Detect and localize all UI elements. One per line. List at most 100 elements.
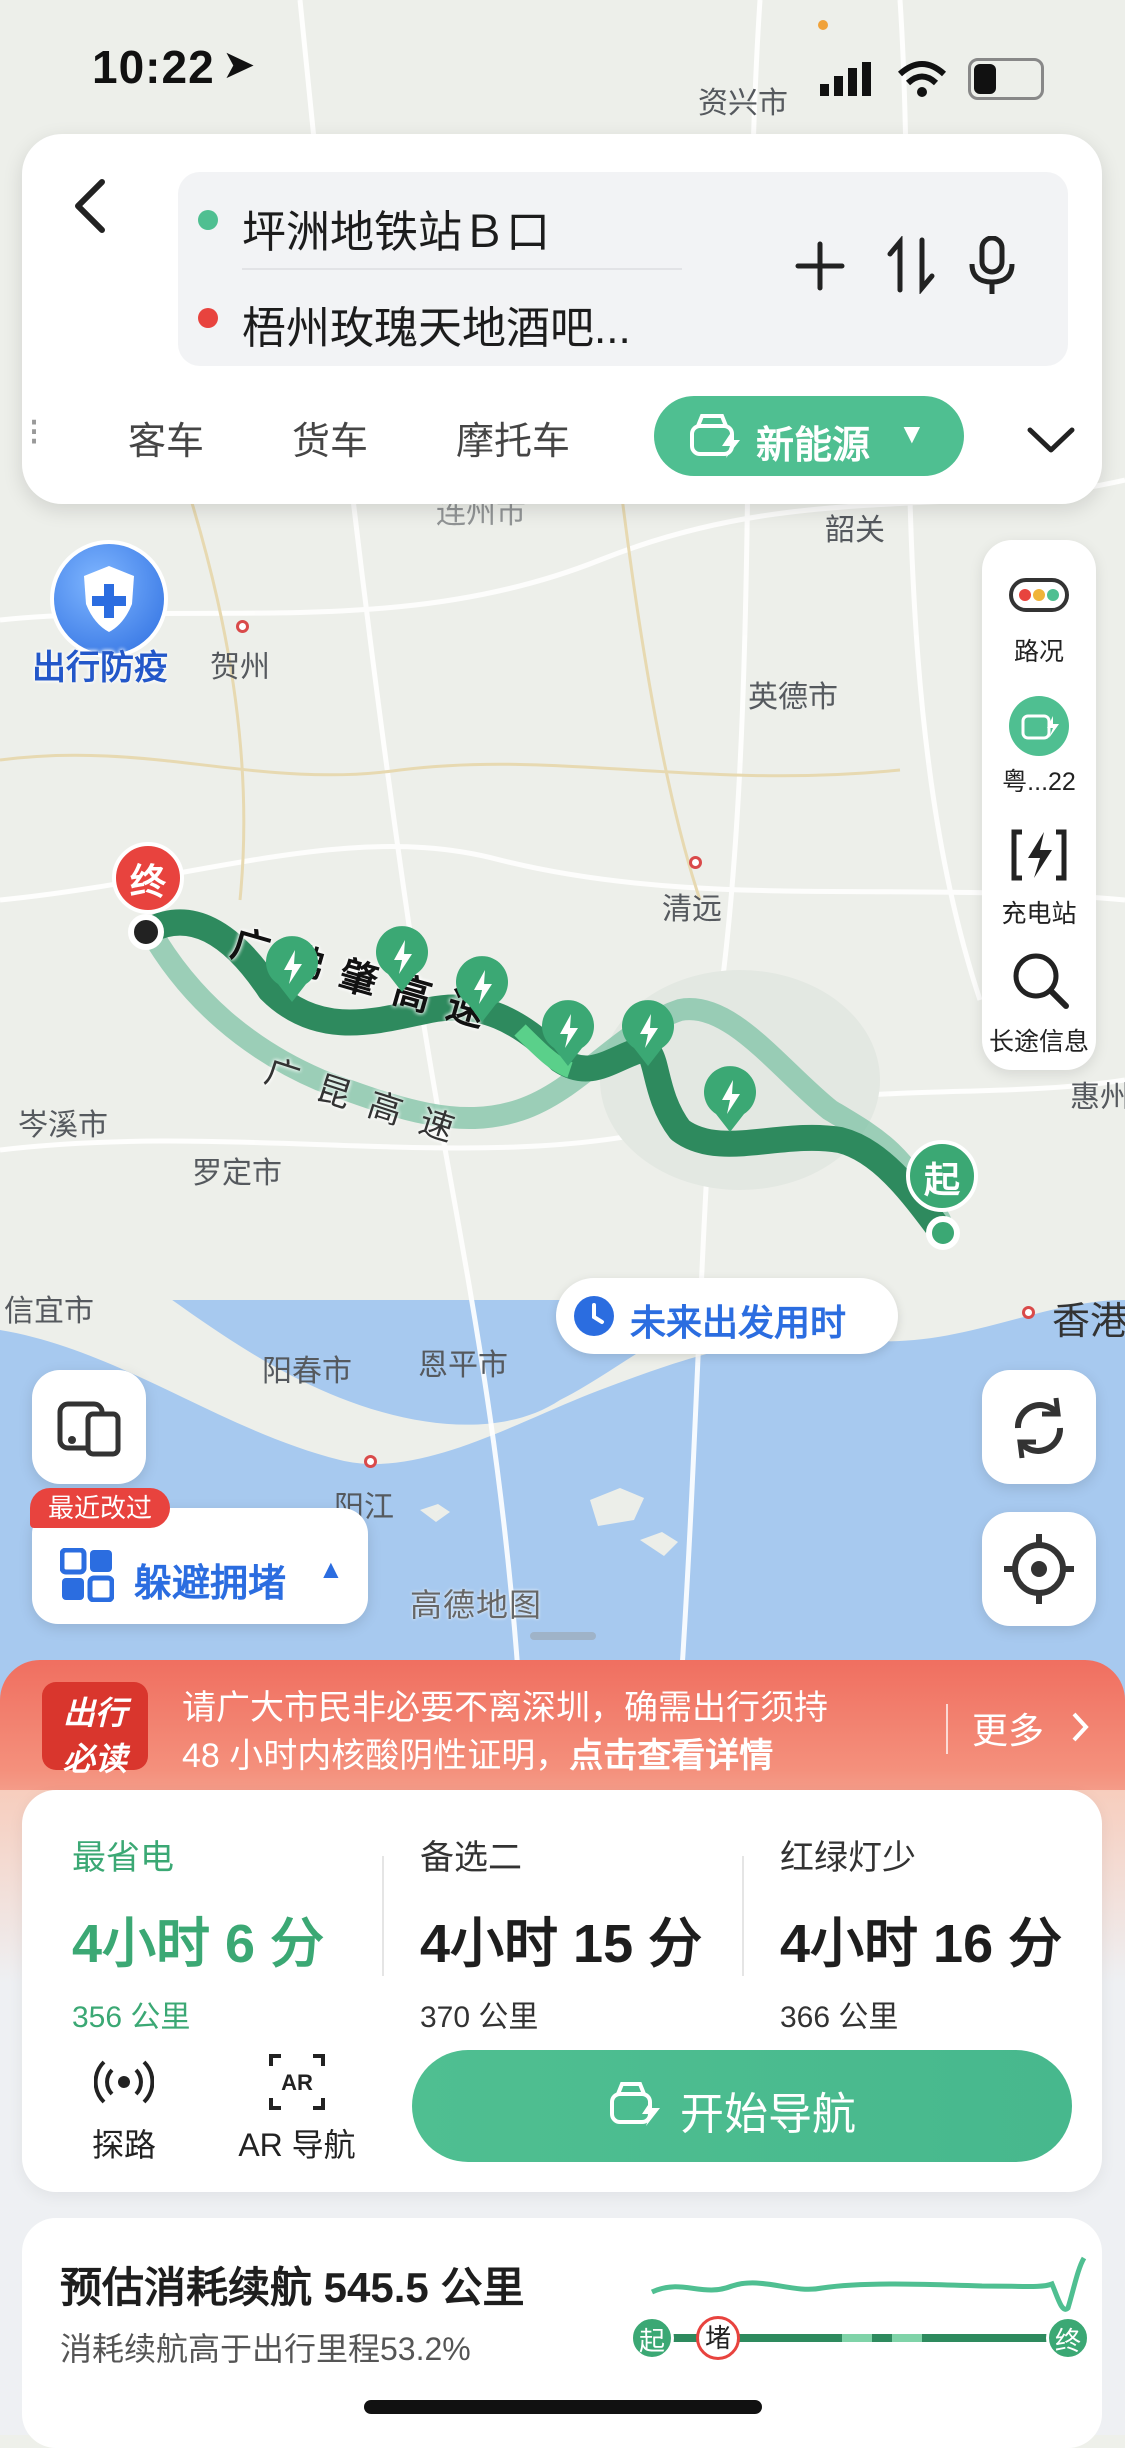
refresh-icon (1015, 1397, 1063, 1459)
map-tools-rail: 路况 粤...22 充电站 长途信息 (982, 540, 1096, 1070)
origin-field[interactable]: 坪洲地铁站Ｂ口 (242, 196, 550, 260)
city-dot (1022, 1306, 1035, 1319)
notice-tag-line1: 出行 (62, 1695, 127, 1731)
energy-start-marker: 起 (630, 2316, 674, 2360)
notice-text-line1: 请广大市民非必要不离深圳，确需出行须持 (182, 1689, 828, 1727)
ar-navigation-button[interactable]: AR AR 导航 (232, 2052, 362, 2172)
route-duration: 4小时 15 分 (420, 1914, 703, 1974)
epidemic-badge-label[interactable]: 出行防疫 (32, 640, 168, 689)
future-departure-label: 未来出发用时 (630, 1302, 847, 1343)
long-trip-info-button[interactable]: 长途信息 (982, 940, 1096, 1065)
route-duration: 4小时 16 分 (780, 1914, 1063, 1974)
route-option-1[interactable]: 最省电 4小时 6 分 356 公里 (72, 1830, 324, 2036)
recently-changed-badge: 最近改过 (30, 1488, 171, 1528)
drag-handle[interactable] (530, 1632, 596, 1640)
microphone-icon[interactable] (968, 235, 1016, 301)
city-label: 信宜市 (4, 1295, 94, 1328)
route-tag: 最省电 (72, 1839, 174, 1877)
notice-divider (946, 1704, 948, 1754)
ar-icon: AR (269, 2054, 325, 2110)
route-option-2[interactable]: 备选二 4小时 15 分 370 公里 (420, 1830, 702, 2036)
destination-field[interactable]: 梧州玫瑰天地酒吧... (242, 292, 631, 356)
tab-new-energy-label: 新能源 (756, 425, 871, 467)
charging-station-marker[interactable] (262, 936, 322, 1011)
cellular-signal-icon (820, 62, 880, 103)
plus-icon[interactable] (794, 240, 846, 297)
charging-station-marker[interactable] (372, 926, 432, 1001)
ev-car-icon (610, 2082, 660, 2126)
chevron-right-icon (1072, 1712, 1089, 1742)
route-distance: 356 公里 (72, 2001, 191, 2034)
swap-icon[interactable] (886, 235, 938, 299)
traffic-label: 路况 (1013, 638, 1064, 666)
ev-car-icon (690, 414, 740, 458)
privacy-dot-icon (818, 20, 828, 30)
notice-text-line2: 48 小时内核酸阴性证明， (182, 1737, 570, 1775)
refresh-route-button[interactable] (982, 1370, 1096, 1484)
phone-car-icon (57, 1401, 121, 1457)
route-divider (742, 1856, 744, 1976)
notice-tag-line2: 必读 (62, 1741, 127, 1777)
charging-station-button[interactable]: 充电站 (982, 812, 1096, 937)
traffic-light-icon (1009, 578, 1069, 612)
notice-more-link[interactable]: 更多 (972, 1702, 1044, 1754)
start-navigation-button[interactable]: 开始导航 (412, 2050, 1072, 2162)
tab-bus[interactable]: 客车 (128, 410, 204, 465)
tab-new-energy[interactable]: 新能源 ▼ (654, 396, 964, 476)
energy-subtitle: 消耗续航高于出行里程53.2% (60, 2331, 471, 2367)
charging-station-label: 充电站 (1001, 900, 1077, 928)
clock-icon (574, 1296, 614, 1336)
avoid-congestion-label: 躲避拥堵 (134, 1563, 287, 1605)
tab-motorcycle[interactable]: 摩托车 (456, 410, 570, 465)
svg-text:AR: AR (281, 2070, 313, 2095)
route-tag: 备选二 (420, 1839, 522, 1877)
travel-notice-tag: 出行 必读 (42, 1682, 148, 1777)
route-list-button[interactable] (32, 1370, 146, 1484)
city-label: 英德市 (748, 681, 838, 714)
explore-label: 探路 (91, 2127, 156, 2163)
traffic-toggle[interactable]: 路况 (982, 550, 1096, 675)
grid-icon (59, 1547, 115, 1603)
start-marker: 起 (906, 1140, 978, 1212)
ar-navigation-label: AR 导航 (238, 2127, 356, 2163)
city-label: 贺州 (210, 651, 270, 684)
charging-station-marker[interactable] (700, 1066, 760, 1141)
vehicle-plate-button[interactable]: 粤...22 (982, 680, 1096, 805)
notice-detail-link[interactable]: 点击查看详情 (569, 1737, 773, 1775)
charging-bolt-icon (1011, 829, 1067, 881)
battery-icon (968, 58, 1044, 100)
tab-truck[interactable]: 货车 (292, 410, 368, 465)
energy-end-marker: 终 (1046, 2316, 1090, 2360)
charging-station-marker[interactable] (618, 1000, 678, 1075)
ev-vehicle-icon (1009, 696, 1069, 756)
route-duration: 4小时 6 分 (72, 1914, 325, 1974)
end-marker: 终 (112, 842, 184, 914)
location-arrow-icon: ➤ (222, 43, 256, 87)
city-dot (364, 1455, 377, 1468)
locate-me-button[interactable] (982, 1512, 1096, 1626)
chevron-down-icon[interactable] (1024, 420, 1078, 461)
route-option-3[interactable]: 红绿灯少 4小时 16 分 366 公里 (780, 1830, 1062, 2036)
city-dot (689, 856, 702, 869)
city-label: 岑溪市 (18, 1109, 108, 1142)
future-departure-chip[interactable]: 未来出发用时 (556, 1278, 898, 1354)
charging-station-marker[interactable] (538, 1000, 598, 1075)
home-indicator[interactable] (364, 2400, 762, 2414)
city-label: 香港 (1052, 1301, 1125, 1343)
back-arrow-icon[interactable] (66, 176, 116, 236)
explore-button[interactable]: 探路 (76, 2052, 172, 2172)
long-trip-info-label: 长途信息 (988, 1028, 1089, 1056)
city-label: 恩平市 (418, 1349, 508, 1382)
route-distance: 370 公里 (420, 2001, 539, 2034)
city-label: 惠州 (1070, 1081, 1125, 1114)
energy-jam-marker: 堵 (696, 2316, 740, 2360)
start-navigation-label: 开始导航 (680, 2090, 856, 2139)
route-distance: 366 公里 (780, 2001, 899, 2034)
city-label: 韶关 (825, 514, 885, 547)
start-point-dot (926, 1216, 960, 1250)
search-icon (1013, 953, 1069, 1009)
route-tag: 红绿灯少 (780, 1839, 916, 1877)
charging-station-marker[interactable] (452, 956, 512, 1031)
destination-dot (198, 308, 218, 328)
energy-title: 预估消耗续航 545.5 公里 (60, 2264, 525, 2311)
